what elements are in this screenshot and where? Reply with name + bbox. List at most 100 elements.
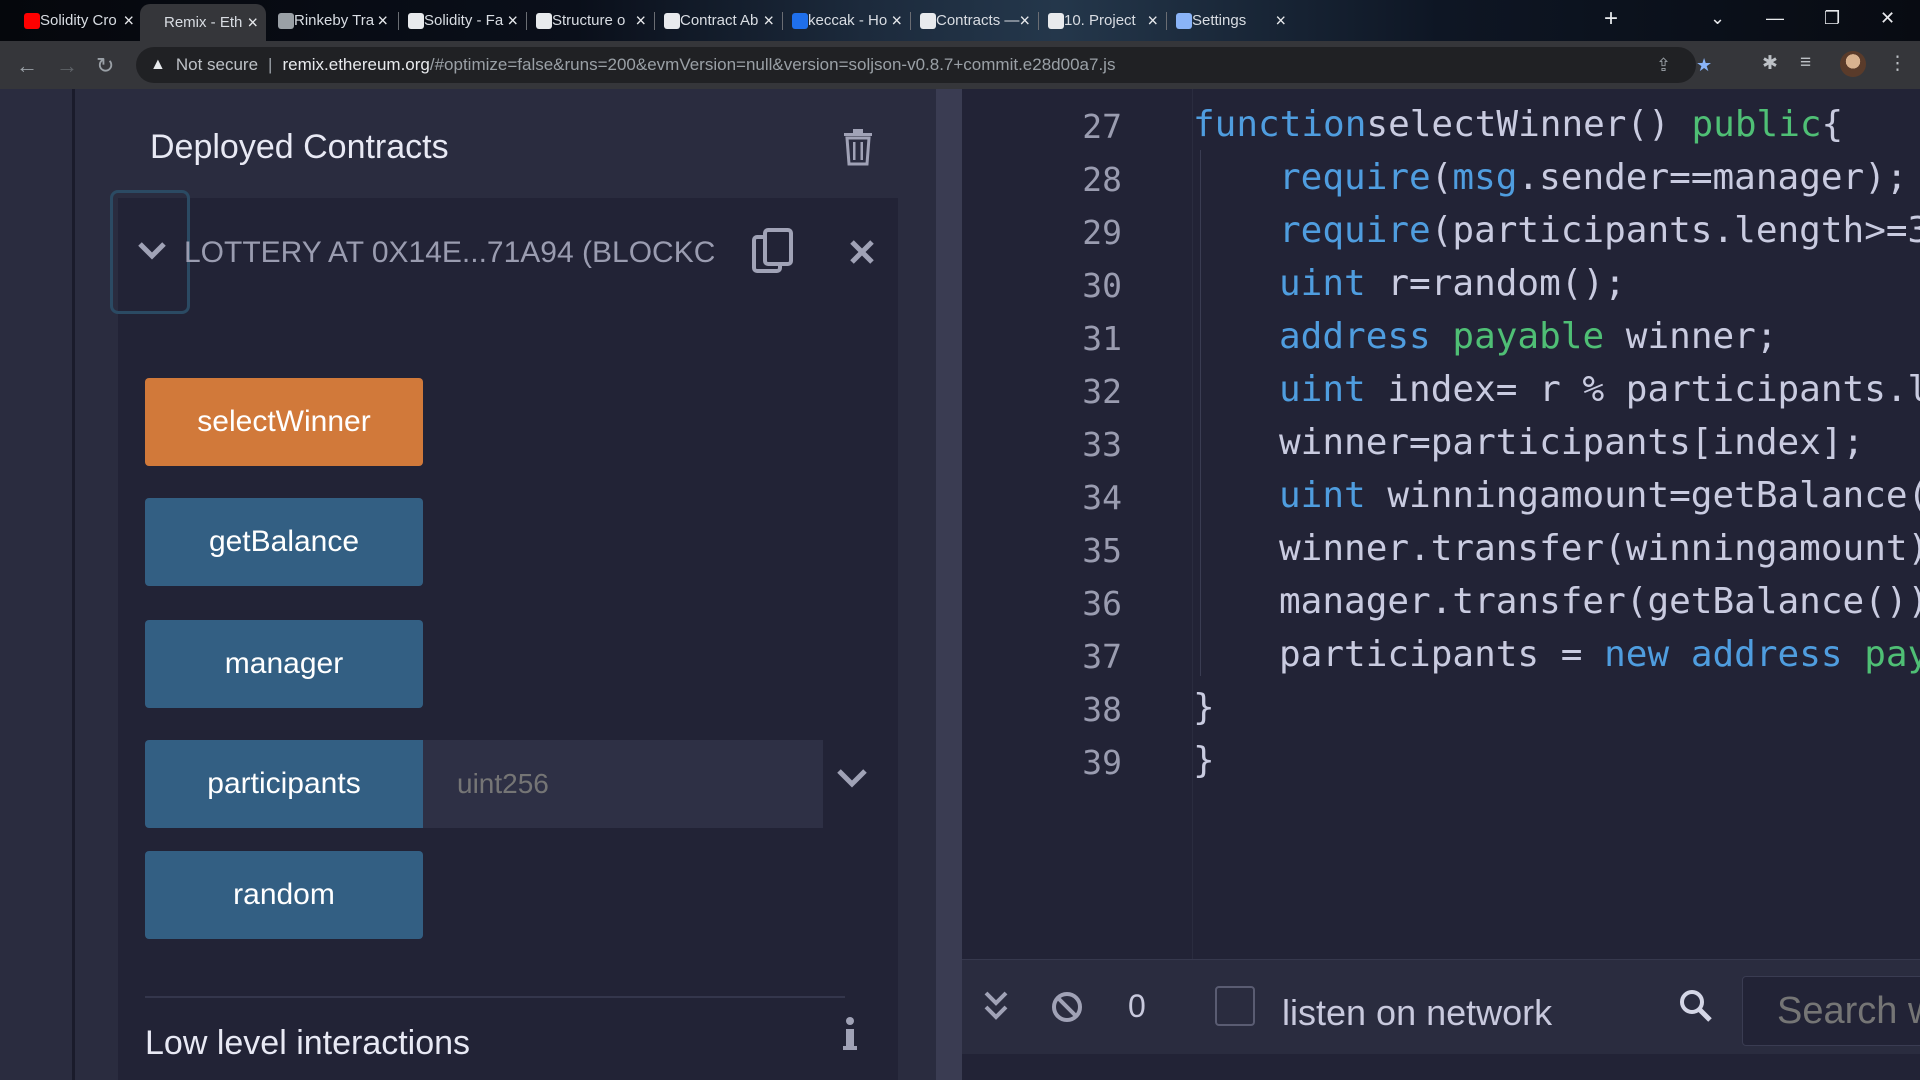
media-icon[interactable]: ≡ (1800, 52, 1811, 74)
url-path: /#optimize=false&runs=200&evmVersion=nul… (429, 55, 1116, 74)
share-icon[interactable]: ⇪ (1656, 55, 1671, 76)
code-token: index= r % participants.l (1365, 369, 1920, 410)
tab-separator (398, 12, 399, 30)
participants-index-input[interactable] (423, 740, 823, 828)
get-balance-button[interactable]: getBalance (145, 498, 423, 586)
browser-tab[interactable]: Rinkeby Tra × (270, 0, 396, 41)
code-line: uint r=random(); (1279, 263, 1626, 304)
tab-title: Remix - Eth (164, 14, 243, 31)
forward-icon[interactable]: → (56, 53, 78, 79)
bookmark-star-icon[interactable]: ★ (1696, 55, 1712, 76)
close-tab-icon[interactable]: × (377, 10, 388, 31)
browser-tab[interactable]: Contract Ab × (656, 0, 782, 41)
tab-separator (1166, 12, 1167, 30)
listen-on-network-label: listen on network (1282, 992, 1553, 1033)
trash-icon[interactable] (842, 128, 874, 166)
browser-tab[interactable]: Structure o × (528, 0, 654, 41)
code-token: } (1193, 687, 1215, 728)
close-tab-icon[interactable]: × (507, 10, 518, 31)
close-tab-icon[interactable]: × (891, 10, 902, 31)
line-number: 32 (1082, 372, 1122, 411)
code-token: winner; (1604, 316, 1778, 357)
line-number: 33 (1082, 425, 1122, 464)
docs-icon (920, 12, 936, 29)
browser-tab[interactable]: Solidity - Fa × (400, 0, 526, 41)
double-chevron-down-icon[interactable] (983, 990, 1009, 1024)
menu-icon[interactable]: ⋮ (1888, 52, 1907, 75)
code-token: address (1279, 316, 1431, 357)
select-winner-button[interactable]: selectWinner (145, 378, 423, 466)
line-number: 28 (1082, 160, 1122, 199)
minimize-icon[interactable]: — (1766, 8, 1784, 29)
browser-tab[interactable]: Remix - Eth × (140, 4, 266, 41)
code-token: winner.transfer(winningamount) (1279, 528, 1920, 569)
back-icon[interactable]: ← (16, 53, 38, 79)
chevron-down-icon[interactable] (836, 768, 868, 790)
docs-icon (664, 12, 680, 29)
random-button[interactable]: random (145, 851, 423, 939)
instance-toggle[interactable] (110, 190, 190, 314)
copy-icon[interactable] (752, 228, 794, 274)
code-line: require(msg.sender==manager); (1279, 157, 1908, 198)
code-token: new (1604, 634, 1670, 675)
manager-button[interactable]: manager (145, 620, 423, 708)
etherscan-icon (278, 12, 294, 29)
tab-title: Solidity - Fa (424, 12, 504, 29)
close-tab-icon[interactable]: × (1147, 10, 1158, 31)
restore-icon[interactable]: ❐ (1824, 8, 1840, 29)
code-token: function (1193, 104, 1367, 145)
close-tab-icon[interactable]: × (1019, 10, 1030, 31)
code-token: ( (1430, 157, 1453, 198)
close-icon[interactable] (848, 238, 876, 266)
info-icon[interactable] (842, 1016, 858, 1052)
browser-tab[interactable]: 10. Project × (1040, 0, 1166, 41)
tab-title: Solidity Cro (40, 12, 117, 29)
tab-separator (654, 12, 655, 30)
code-token: } (1193, 740, 1215, 781)
line-number: 34 (1082, 478, 1122, 517)
browser-tab[interactable]: Settings × (1168, 0, 1294, 41)
line-number: 39 (1082, 743, 1122, 782)
close-window-icon[interactable]: ✕ (1880, 8, 1895, 29)
close-tab-icon[interactable]: × (1275, 10, 1286, 31)
panel-splitter[interactable] (936, 89, 962, 1080)
terminal-search-input[interactable] (1742, 976, 1920, 1046)
browser-tab[interactable]: Solidity Cro × (16, 0, 142, 41)
instance-address-label: LOTTERY AT 0X14E...71A94 (BLOCKC (184, 236, 714, 269)
indent-guide (1200, 150, 1201, 676)
code-token: uint (1279, 475, 1366, 516)
security-label: Not secure (175, 55, 259, 74)
browser-tab[interactable]: keccak - Ho × (784, 0, 910, 41)
close-tab-icon[interactable]: × (123, 10, 134, 31)
code-line: address payable winner; (1279, 316, 1778, 357)
close-tab-icon[interactable]: × (247, 12, 258, 33)
docs-icon (536, 12, 552, 29)
tab-title: Contracts — (936, 12, 1020, 29)
warning-icon[interactable]: ▲ (150, 56, 166, 74)
profile-avatar[interactable] (1840, 51, 1866, 77)
close-tab-icon[interactable]: × (635, 10, 646, 31)
extensions-icon[interactable]: ✱ (1762, 52, 1778, 75)
browser-tab[interactable]: Contracts — × (912, 0, 1038, 41)
new-tab-icon[interactable]: + (1604, 5, 1618, 33)
icon-panel-border (72, 89, 75, 1080)
address-bar[interactable]: ▲ Not secure | remix.ethereum.org /#opti… (136, 47, 1712, 83)
line-number: 29 (1082, 213, 1122, 252)
clear-ban-icon[interactable] (1050, 990, 1084, 1024)
code-token: { (1821, 104, 1844, 145)
reload-icon[interactable]: ↻ (96, 53, 114, 79)
listen-on-network-checkbox[interactable] (1215, 986, 1255, 1026)
tab-search-icon[interactable]: ⌄ (1710, 8, 1725, 29)
wordpress-icon (1048, 12, 1064, 29)
code-token: winner=participants[index]; (1279, 422, 1865, 463)
line-number: 30 (1082, 266, 1122, 305)
close-tab-icon[interactable]: × (763, 10, 774, 31)
line-number: 36 (1082, 584, 1122, 623)
code-line: } (1193, 687, 1215, 728)
line-number: 38 (1082, 690, 1122, 729)
participants-button[interactable]: participants (145, 740, 423, 828)
search-icon[interactable] (1678, 988, 1714, 1024)
